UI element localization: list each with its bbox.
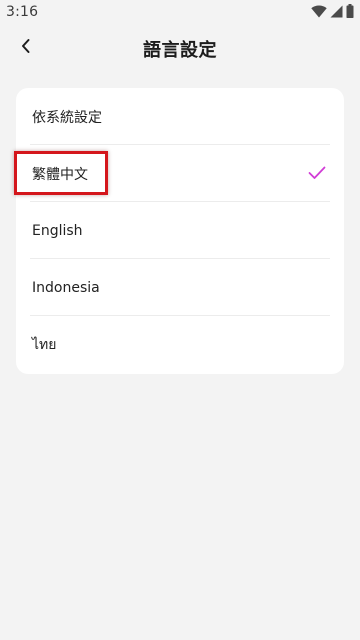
wifi-icon (311, 3, 327, 22)
language-label: English (32, 222, 83, 239)
language-item-english[interactable]: English (16, 202, 344, 259)
language-label: 依系統設定 (32, 109, 102, 126)
checkmark-icon (308, 165, 326, 179)
language-item-thai[interactable]: ไทย (16, 316, 344, 373)
battery-icon (346, 3, 354, 22)
app-bar: 語言設定 (0, 24, 360, 72)
language-item-system[interactable]: 依系統設定 (16, 88, 344, 145)
language-label: Indonesia (32, 279, 100, 296)
language-label: 繁體中文 (32, 166, 88, 183)
status-bar: 3:16 (0, 0, 360, 24)
status-icons (311, 3, 354, 22)
cellular-signal-icon (330, 3, 343, 22)
language-item-indonesia[interactable]: Indonesia (16, 259, 344, 316)
language-label: ไทย (32, 336, 57, 353)
language-list: 依系統設定 繁體中文 English Indonesia ไทย (16, 88, 344, 374)
page-title: 語言設定 (143, 40, 217, 61)
status-time: 3:16 (6, 4, 39, 20)
language-item-traditional-chinese[interactable]: 繁體中文 (16, 145, 344, 202)
